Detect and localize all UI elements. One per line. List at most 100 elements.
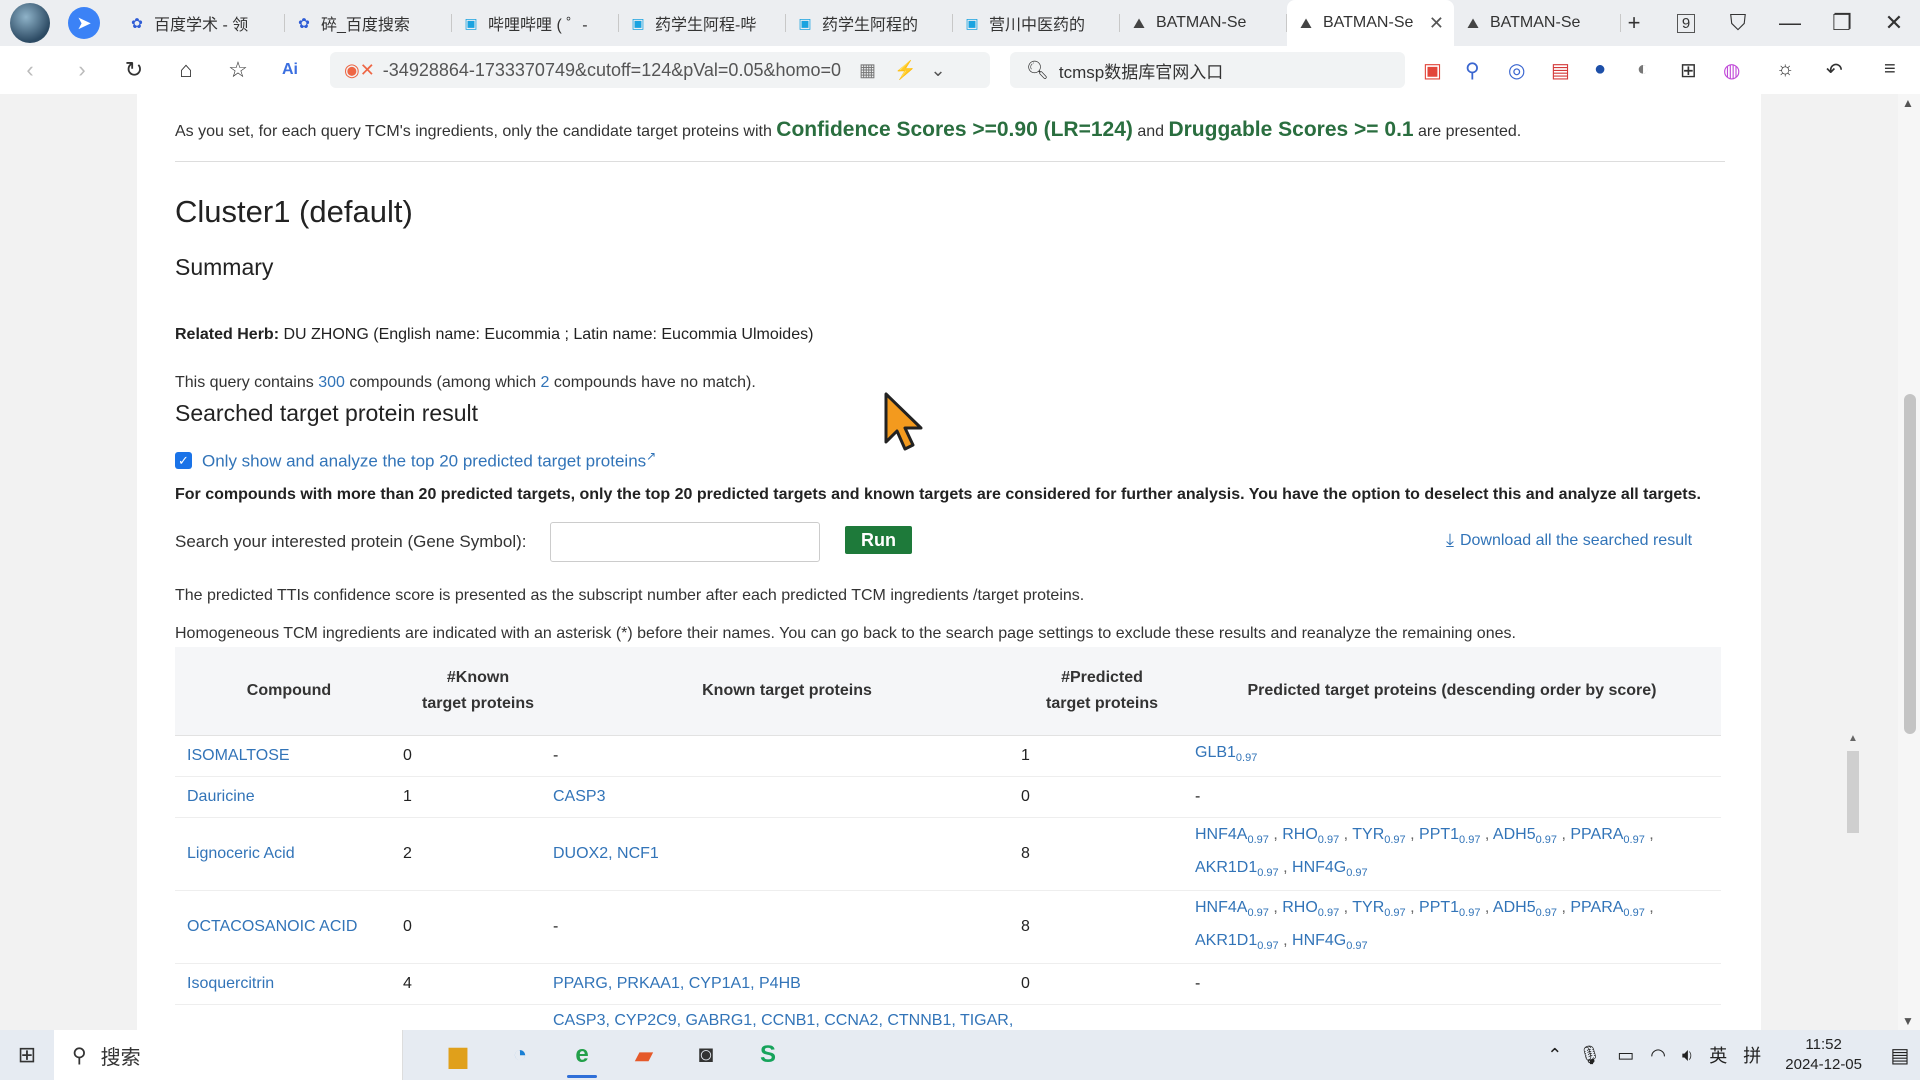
browser-tab-6[interactable]: ⛰ BATMAN-Se	[1120, 0, 1287, 46]
predicted-gene-link[interactable]: PPT10.97	[1419, 899, 1480, 919]
powerpoint-icon[interactable]: ▰	[613, 1030, 675, 1080]
table-scrollbar[interactable]: ▲	[1845, 733, 1861, 1029]
browser-tab-1[interactable]: ✿ 碎_百度搜索	[285, 0, 452, 46]
undo-icon[interactable]: ↶	[1826, 58, 1843, 83]
browser-tab-0[interactable]: ✿ 百度学术 - 领	[118, 0, 285, 46]
screen-capture-icon[interactable]: ◙	[675, 1030, 737, 1080]
shirt-icon[interactable]: ⛉	[1712, 10, 1764, 36]
zoom-search-icon[interactable]: ⚲	[1465, 58, 1480, 83]
browser-tab-4[interactable]: ▣ 药学生阿程的	[786, 0, 953, 46]
battery-icon[interactable]: ▭	[1617, 1045, 1634, 1066]
run-button[interactable]: Run	[845, 526, 912, 554]
predicted-gene-link[interactable]: TYR0.97	[1352, 826, 1405, 846]
ime-language[interactable]: 英	[1709, 1042, 1727, 1068]
known-targets[interactable]: PPARG, PRKAA1, CYP1A1, P4HB	[553, 970, 1021, 998]
browser-tab-7[interactable]: ⛰ BATMAN-Se ✕	[1287, 0, 1454, 46]
close-window-icon[interactable]: ✕	[1868, 10, 1920, 36]
predicted-gene-link[interactable]: AKR1D10.97	[1195, 932, 1279, 952]
predicted-gene-link[interactable]: PPARA0.97	[1570, 826, 1644, 846]
taskbar-search[interactable]: ⚲ 搜索	[54, 1030, 403, 1080]
browser-tab-3[interactable]: ▣ 药学生阿程-哔	[619, 0, 786, 46]
predicted-gene-link[interactable]: GLB10.97	[1195, 744, 1257, 764]
network-icon[interactable]: ◠	[1650, 1045, 1666, 1066]
sun-icon[interactable]: ☼	[1776, 58, 1794, 81]
url-field[interactable]: ◉✕ -34928864-1733370749&cutoff=124&pVal=…	[330, 52, 990, 88]
apps-grid-icon[interactable]: ⊞	[1680, 58, 1697, 83]
compound-link[interactable]: Isoquercitrin	[175, 970, 403, 998]
compound-link[interactable]: Dauricine	[175, 783, 403, 811]
search-box[interactable]: 🔍︎ tcmsp数据库官网入口	[1010, 52, 1405, 88]
table-scroll-up-icon[interactable]: ▲	[1848, 733, 1858, 744]
profile-avatar[interactable]	[10, 3, 50, 43]
compound-link[interactable]: OCTACOSANOIC ACID	[175, 913, 403, 941]
predicted-gene-link[interactable]: PPARA0.97	[1570, 899, 1644, 919]
zotero-icon[interactable]: ▤	[1551, 58, 1570, 83]
scroll-down-icon[interactable]: ▼	[1902, 1014, 1914, 1028]
predicted-gene-link[interactable]: RHO0.97	[1282, 899, 1339, 919]
protein-search-input[interactable]	[550, 522, 820, 562]
header-predicted[interactable]: Predicted target proteins (descending or…	[1183, 678, 1721, 704]
predicted-gene-link[interactable]: PPT10.97	[1419, 826, 1480, 846]
restore-icon[interactable]: ❐	[1816, 10, 1868, 36]
tray-expand-icon[interactable]: ⌃	[1547, 1045, 1562, 1066]
predicted-gene-link[interactable]: HNF4G0.97	[1292, 932, 1368, 952]
ai-circle-icon[interactable]: ◎	[1508, 58, 1525, 83]
compound-link[interactable]: ISOMALTOSE	[175, 742, 403, 770]
wps-icon[interactable]: S	[737, 1030, 799, 1080]
header-known-count[interactable]: #Known target proteins	[403, 665, 553, 717]
browser-tab-8[interactable]: ⛰ BATMAN-Se	[1454, 0, 1621, 46]
qr-icon[interactable]: ▦	[859, 60, 876, 81]
download-link[interactable]: ⤓ Download all the searched result	[1446, 530, 1692, 551]
bookmark-star-icon[interactable]: ☆	[212, 57, 264, 83]
chevron-down-icon[interactable]: ⌄	[930, 60, 945, 81]
compound-link[interactable]: Lignoceric Acid	[175, 840, 403, 868]
predicted-gene-link[interactable]: HNF4A0.97	[1195, 899, 1269, 919]
header-compound[interactable]: Compound	[175, 678, 403, 704]
lightning-icon[interactable]: ⚡	[894, 60, 916, 81]
browser-app-icon[interactable]: e	[551, 1030, 613, 1080]
extension-a-icon[interactable]: ●	[1594, 58, 1606, 81]
compound-count-link[interactable]: 300	[318, 374, 345, 391]
predicted-gene-link[interactable]: TYR0.97	[1352, 899, 1405, 919]
color-wheel-icon[interactable]: ◍	[1723, 58, 1740, 83]
tab-count-badge[interactable]: 9	[1660, 13, 1712, 33]
predicted-gene-link[interactable]: RHO0.97	[1282, 826, 1339, 846]
page-scroll-thumb[interactable]	[1904, 394, 1916, 734]
scroll-up-icon[interactable]: ▲	[1902, 96, 1914, 110]
edge-icon[interactable]: ◔	[489, 1030, 551, 1080]
translate-icon[interactable]: ▣	[1423, 58, 1442, 83]
ai-icon[interactable]: Ai	[264, 61, 316, 79]
top20-checkbox[interactable]: ✓	[175, 452, 192, 469]
close-tab-icon[interactable]: ✕	[1429, 13, 1444, 34]
header-known[interactable]: Known target proteins	[553, 678, 1021, 704]
ime-mode[interactable]: 拼	[1743, 1042, 1761, 1068]
known-targets[interactable]: CASP3, CYP2C9, GABRG1, CCNB1, CCNA2, CTN…	[553, 1005, 1021, 1030]
notification-icon[interactable]: ▤	[1880, 1043, 1920, 1068]
navigation-icon[interactable]: ➤	[68, 7, 100, 39]
browser-tab-2[interactable]: ▣ 哔哩哔哩 ( ゜-	[452, 0, 619, 46]
predicted-gene-link[interactable]: HNF4G0.97	[1292, 859, 1368, 879]
forward-icon[interactable]: ›	[56, 57, 108, 83]
predicted-gene-link[interactable]: ADH50.97	[1493, 826, 1557, 846]
predicted-gene-link[interactable]: HNF4A0.97	[1195, 826, 1269, 846]
home-icon[interactable]: ⌂	[160, 57, 212, 83]
site-info-icon[interactable]: ◉✕	[344, 60, 375, 81]
minimize-icon[interactable]: —	[1764, 10, 1816, 36]
back-icon[interactable]: ‹	[4, 57, 56, 83]
page-scrollbar[interactable]: ▲ ▼	[1898, 94, 1920, 1030]
known-targets[interactable]: CASP3	[553, 783, 1021, 811]
microphone-icon[interactable]: 🎙︎	[1578, 1045, 1601, 1066]
volume-icon[interactable]: 🔉︎	[1682, 1045, 1693, 1066]
browser-tab-5[interactable]: ▣ 营川中医药的	[953, 0, 1120, 46]
predicted-gene-link[interactable]: AKR1D10.97	[1195, 859, 1279, 879]
predicted-gene-link[interactable]: ADH50.97	[1493, 899, 1557, 919]
known-targets[interactable]: DUOX2, NCF1	[553, 840, 1021, 868]
external-link-icon[interactable]: ↗	[646, 449, 656, 463]
top20-checkbox-label[interactable]: Only show and analyze the top 20 predict…	[202, 449, 656, 472]
reload-icon[interactable]: ↻	[108, 57, 160, 83]
extension-b-icon[interactable]: ◐	[1637, 58, 1649, 81]
file-explorer-icon[interactable]: ▆	[427, 1030, 489, 1080]
menu-icon[interactable]: ≡	[1884, 58, 1896, 81]
header-pred-count[interactable]: #Predicted target proteins	[1021, 665, 1183, 717]
windows-start-icon[interactable]: ⊞	[0, 1042, 54, 1068]
